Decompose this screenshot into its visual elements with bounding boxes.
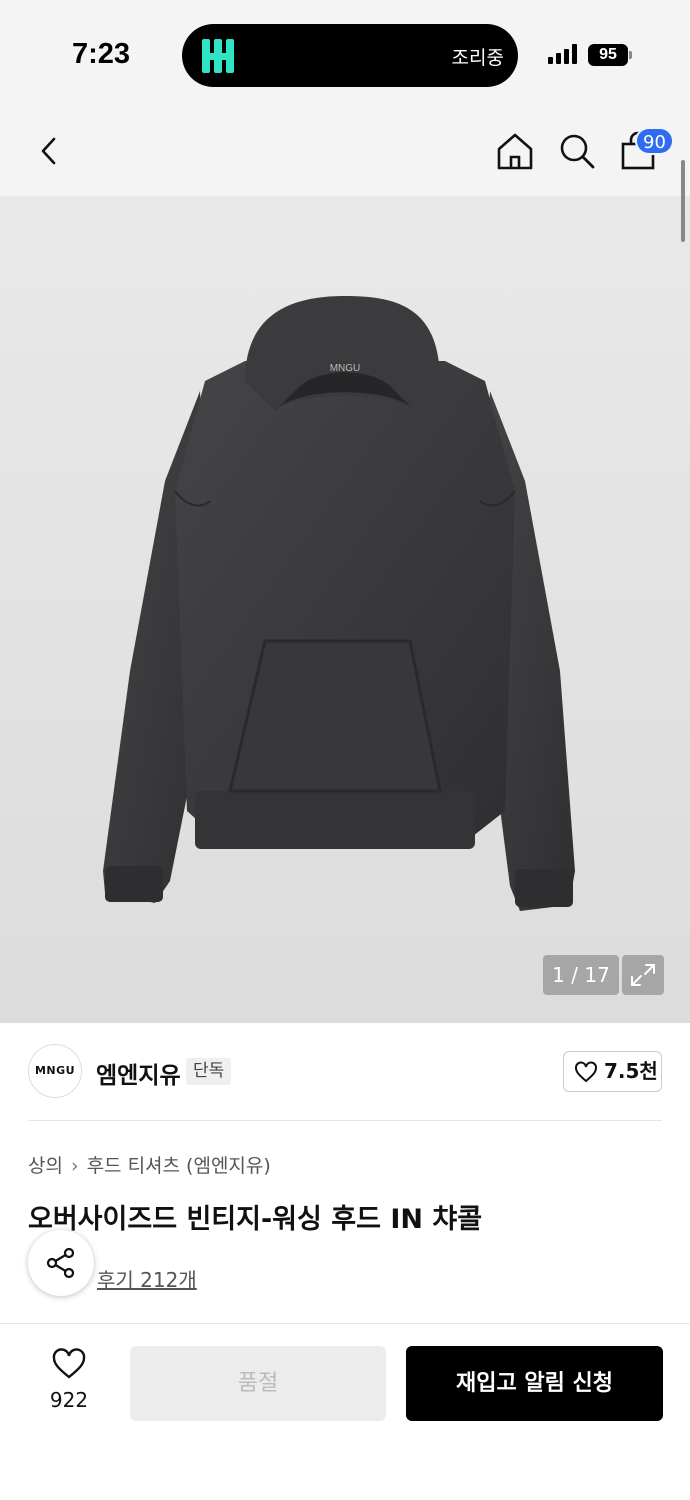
expand-icon	[631, 964, 655, 986]
app-activity-icon	[202, 39, 234, 73]
page-scroll-indicator[interactable]	[681, 160, 685, 242]
brand-like-count: 7.5천	[604, 1059, 658, 1083]
expand-image-button[interactable]	[622, 955, 664, 995]
breadcrumb: 상의 › 후드 티셔츠 (엠엔지유)	[28, 1151, 271, 1178]
breadcrumb-subcategory[interactable]: 후드 티셔츠 (엠엔지유)	[87, 1155, 271, 1177]
home-button[interactable]	[493, 129, 537, 173]
share-icon	[46, 1247, 75, 1279]
hoodie-neck-label: MNGU	[330, 363, 361, 374]
divider	[28, 1120, 662, 1121]
heart-outline-icon	[52, 1348, 86, 1379]
status-bar: 7:23 조리중 95	[0, 0, 690, 105]
breadcrumb-category[interactable]: 상의	[28, 1155, 63, 1177]
heart-outline-icon	[575, 1061, 597, 1083]
image-counter: 1 / 17	[543, 955, 619, 995]
exclusive-badge: 단독	[186, 1058, 232, 1085]
back-button[interactable]	[28, 129, 72, 173]
search-button[interactable]	[555, 129, 599, 173]
top-nav-bar	[0, 105, 690, 196]
home-icon	[497, 133, 533, 170]
battery-tip	[629, 51, 632, 59]
brand-name[interactable]: 엠엔지유	[96, 1056, 181, 1090]
wishlist-count: 922	[49, 1388, 89, 1412]
cart-count-badge: 90	[635, 127, 674, 155]
restock-alert-button[interactable]: 재입고 알림 신청	[406, 1346, 663, 1421]
product-image: MNGU	[103, 296, 575, 911]
island-status-text: 조리중	[451, 47, 504, 69]
product-title: 오버사이즈드 빈티지-워싱 후드 IN 챠콜	[28, 1204, 483, 1235]
product-image-gallery[interactable]: MNGU	[0, 196, 690, 1023]
soldout-button[interactable]: 품절	[130, 1346, 386, 1421]
reviews-link[interactable]: 후기 212개	[97, 1264, 197, 1293]
battery-icon: 95	[588, 44, 628, 66]
back-icon	[41, 137, 56, 165]
search-icon	[560, 134, 595, 169]
wishlist-button[interactable]: 922	[38, 1346, 100, 1416]
signal-icon	[548, 44, 578, 64]
chevron-right-icon: ›	[70, 1155, 79, 1177]
brand-like-button[interactable]: 7.5천	[563, 1051, 662, 1092]
dynamic-island[interactable]: 조리중	[182, 24, 518, 87]
status-time: 7:23	[72, 38, 131, 70]
share-button[interactable]	[28, 1230, 94, 1296]
brand-logo[interactable]: MNGU	[28, 1044, 82, 1098]
